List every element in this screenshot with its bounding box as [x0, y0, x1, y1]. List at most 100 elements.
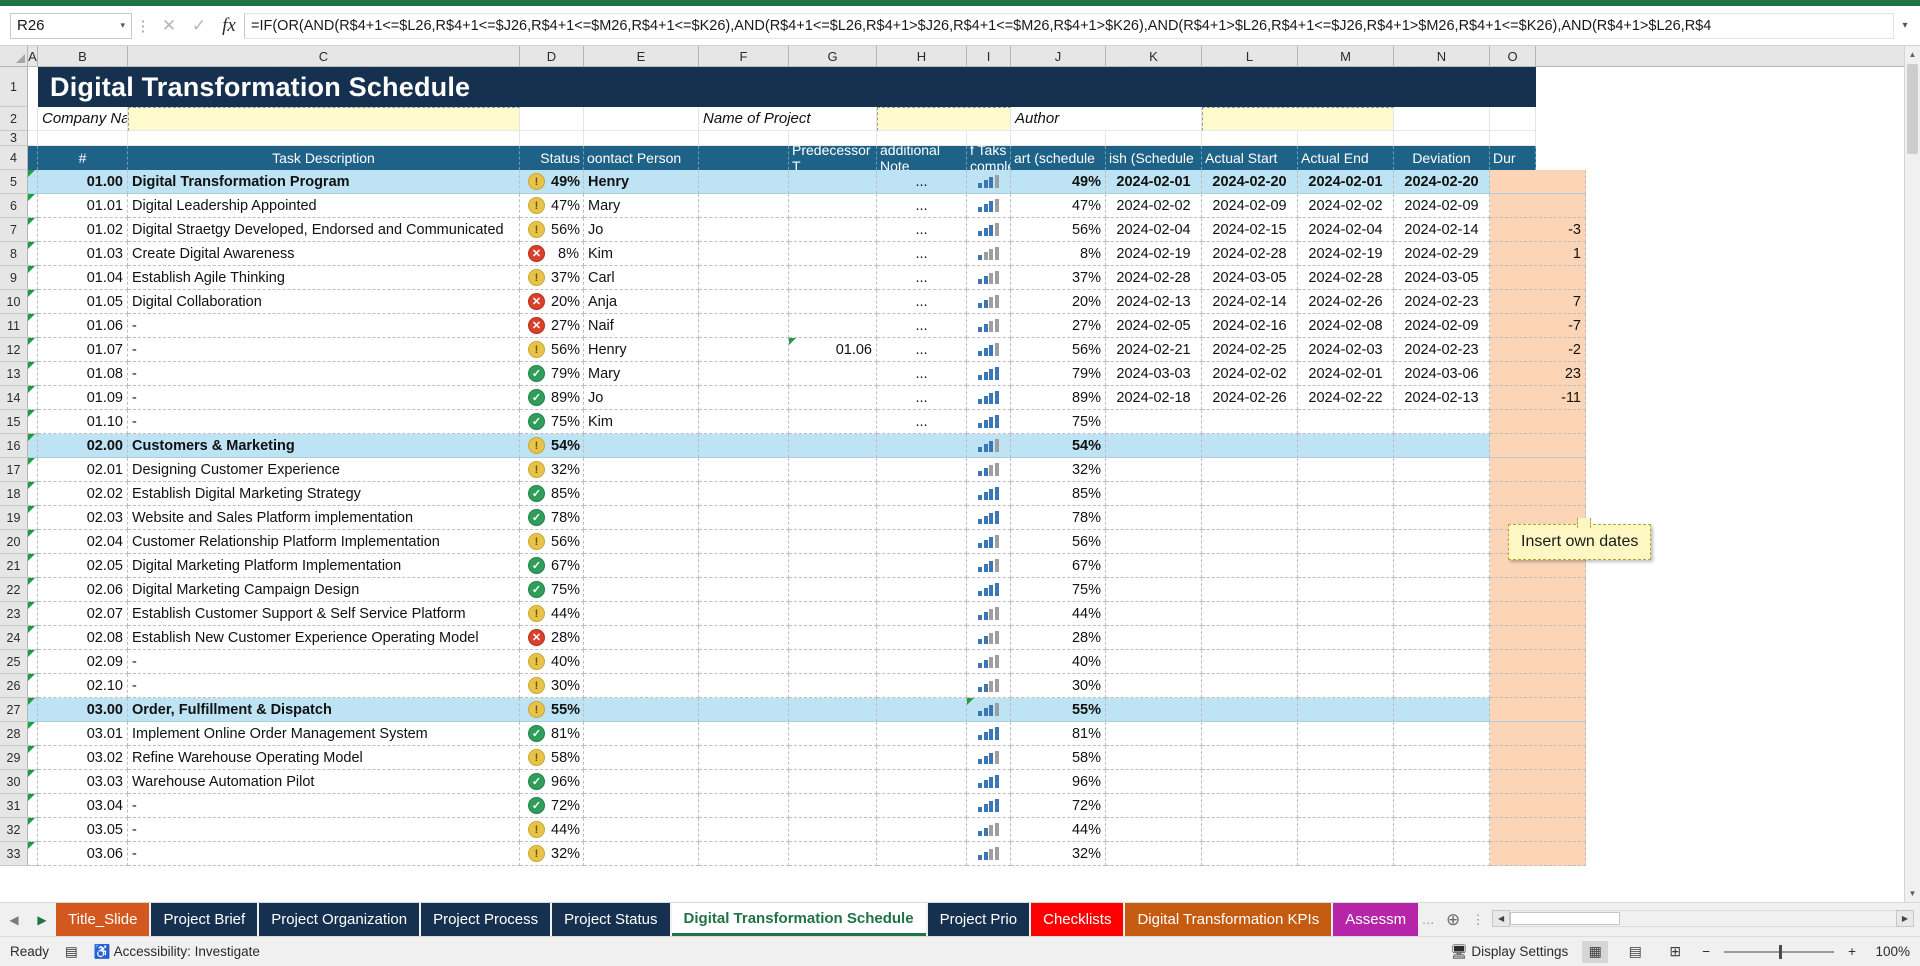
cell-predecessor[interactable]	[789, 794, 877, 818]
cell-actual-start[interactable]: 2024-02-08	[1298, 314, 1394, 338]
cell-start-scheduled[interactable]	[1106, 506, 1202, 530]
cell-actual-start[interactable]	[1298, 506, 1394, 530]
cell-start-scheduled[interactable]	[1106, 530, 1202, 554]
header-percent-complete[interactable]: art (schedule	[1011, 146, 1106, 170]
header-task-description[interactable]: Task Description	[128, 146, 520, 170]
cell-status[interactable]: ! 44%	[520, 602, 584, 626]
cell-predecessor[interactable]	[789, 746, 877, 770]
cell-status[interactable]: ! 30%	[520, 674, 584, 698]
cell-actual-start[interactable]	[1298, 722, 1394, 746]
column-header-M[interactable]: M	[1298, 46, 1394, 67]
view-page-break-icon[interactable]: ⊞	[1662, 941, 1688, 963]
cell-percent-complete[interactable]: 81%	[1011, 722, 1106, 746]
cell-contact-person[interactable]: Jo	[584, 218, 699, 242]
cell-task-description[interactable]: -	[128, 650, 520, 674]
cell-actual-start[interactable]	[1298, 434, 1394, 458]
row-header-14[interactable]: 14	[0, 386, 28, 410]
cell-task-description[interactable]: Establish New Customer Experience Operat…	[128, 626, 520, 650]
view-page-layout-icon[interactable]: ▤	[1622, 941, 1648, 963]
cell-contact-person[interactable]: Naif	[584, 314, 699, 338]
cell-spacer-f[interactable]	[699, 458, 789, 482]
cell-deviation[interactable]	[1490, 650, 1586, 674]
cell-task-description[interactable]: Establish Customer Support & Self Servic…	[128, 602, 520, 626]
cell-predecessor[interactable]	[789, 170, 877, 194]
cell-contact-person[interactable]: Mary	[584, 362, 699, 386]
cell-spacer-f[interactable]	[699, 314, 789, 338]
column-header-J[interactable]: J	[1011, 46, 1106, 67]
cell-percent-complete[interactable]: 49%	[1011, 170, 1106, 194]
cell-status[interactable]: ✓ 81%	[520, 722, 584, 746]
name-box[interactable]: R26 ▾	[10, 12, 132, 39]
header-duration[interactable]: Dur	[1490, 146, 1536, 170]
cell-task-number[interactable]: 01.02	[38, 218, 128, 242]
sheet-nav-prev-icon[interactable]: ◀	[9, 913, 18, 927]
cell-actual-start[interactable]	[1298, 698, 1394, 722]
cell-predecessor[interactable]	[789, 674, 877, 698]
cell-deviation[interactable]	[1490, 722, 1586, 746]
cell-spacer-f[interactable]	[699, 674, 789, 698]
row-header-25[interactable]: 25	[0, 650, 28, 674]
cell-additional-notes[interactable]: ...	[877, 338, 967, 362]
column-header-K[interactable]: K	[1106, 46, 1202, 67]
cell-tasks-complete-icon[interactable]	[967, 266, 1011, 290]
cell-predecessor[interactable]	[789, 458, 877, 482]
cell-task-number[interactable]: 02.05	[38, 554, 128, 578]
cell-percent-complete[interactable]: 75%	[1011, 578, 1106, 602]
cell-additional-notes[interactable]	[877, 842, 967, 866]
header-actual-start[interactable]: Actual Start	[1202, 146, 1298, 170]
cell-actual-end[interactable]: 2024-03-06	[1394, 362, 1490, 386]
column-header-F[interactable]: F	[699, 46, 789, 67]
sticky-note-comment[interactable]: Insert own dates	[1508, 518, 1652, 560]
vertical-scroll-thumb[interactable]	[1907, 64, 1918, 154]
column-header-B[interactable]: B	[38, 46, 128, 67]
row-header-8[interactable]: 8	[0, 242, 28, 266]
cell-status[interactable]: ✓ 96%	[520, 770, 584, 794]
sheet-tab-project-brief[interactable]: Project Brief	[151, 903, 258, 936]
cell-tasks-complete-icon[interactable]	[967, 794, 1011, 818]
cell-actual-start[interactable]	[1298, 842, 1394, 866]
chevron-down-icon[interactable]: ▾	[120, 20, 125, 31]
column-header-D[interactable]: D	[520, 46, 584, 67]
row-header-33[interactable]: 33	[0, 842, 28, 866]
cell-task-number[interactable]: 01.05	[38, 290, 128, 314]
cell-task-description[interactable]: Customer Relationship Platform Implement…	[128, 530, 520, 554]
cell-predecessor[interactable]	[789, 842, 877, 866]
cell-tasks-complete-icon[interactable]	[967, 434, 1011, 458]
cell-actual-end[interactable]: 2024-02-14	[1394, 218, 1490, 242]
cell-task-description[interactable]: -	[128, 314, 520, 338]
cell-deviation[interactable]	[1490, 602, 1586, 626]
cell-deviation[interactable]	[1490, 746, 1586, 770]
cell-finish-scheduled[interactable]: 2024-02-14	[1202, 290, 1298, 314]
header-blank[interactable]	[28, 146, 38, 170]
cell-actual-start[interactable]	[1298, 482, 1394, 506]
zoom-slider[interactable]	[1724, 944, 1835, 959]
cell-finish-scheduled[interactable]: 2024-02-20	[1202, 170, 1298, 194]
cell-predecessor[interactable]	[789, 818, 877, 842]
cell-percent-complete[interactable]: 67%	[1011, 554, 1106, 578]
cell-contact-person[interactable]	[584, 506, 699, 530]
header-contact-person[interactable]: oontact Person	[584, 146, 699, 170]
cell-start-scheduled[interactable]	[1106, 674, 1202, 698]
cell-task-number[interactable]: 03.01	[38, 722, 128, 746]
cell-percent-complete[interactable]: 32%	[1011, 842, 1106, 866]
column-header-L[interactable]: L	[1202, 46, 1298, 67]
cell-finish-scheduled[interactable]	[1202, 554, 1298, 578]
cell-task-description[interactable]: Digital Straetgy Developed, Endorsed and…	[128, 218, 520, 242]
cell-start-scheduled[interactable]	[1106, 602, 1202, 626]
cell-task-number[interactable]: 03.06	[38, 842, 128, 866]
cell-spacer-f[interactable]	[699, 362, 789, 386]
cell-task-number[interactable]: 02.00	[38, 434, 128, 458]
cell-spacer-f[interactable]	[699, 602, 789, 626]
cell-actual-end[interactable]	[1394, 818, 1490, 842]
cell-task-description[interactable]: Website and Sales Platform implementatio…	[128, 506, 520, 530]
cell-start-scheduled[interactable]	[1106, 698, 1202, 722]
hscroll-left-icon[interactable]: ◀	[1492, 910, 1511, 927]
cell-start-scheduled[interactable]	[1106, 482, 1202, 506]
cell-task-description[interactable]: -	[128, 362, 520, 386]
cell-status[interactable]: ! 47%	[520, 194, 584, 218]
cell-task-number[interactable]: 02.10	[38, 674, 128, 698]
cell-additional-notes[interactable]: ...	[877, 386, 967, 410]
cell-finish-scheduled[interactable]	[1202, 794, 1298, 818]
cell-percent-complete[interactable]: 8%	[1011, 242, 1106, 266]
cell-additional-notes[interactable]	[877, 626, 967, 650]
